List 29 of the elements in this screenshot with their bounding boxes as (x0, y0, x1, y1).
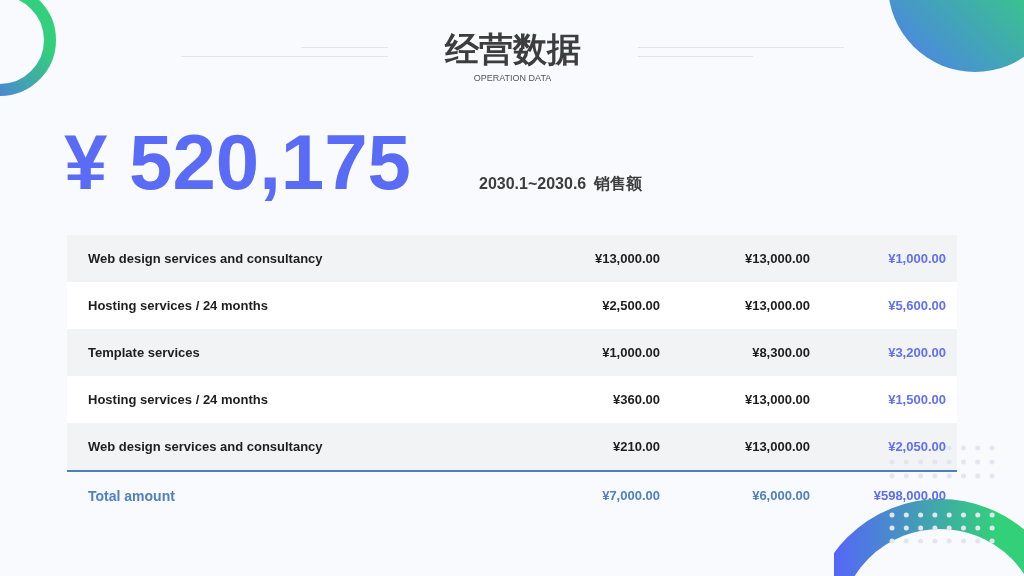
total-label: Total amount (88, 486, 176, 506)
table-cell-text: Template services (88, 343, 201, 362)
period-label: 2030.1~2030.6 (479, 174, 587, 194)
table-cell-text: ¥13,000.00 (743, 390, 810, 409)
table-cell-text: ¥3,200.00 (887, 343, 946, 362)
total-cell-text: ¥6,000.00 (751, 487, 810, 506)
sales-amount: ¥ 520,175 (64, 123, 411, 201)
table-cell-text: Hosting services / 24 months (88, 296, 269, 315)
table-cell-text: ¥2,500.00 (601, 296, 660, 315)
table-cell-text: ¥5,600.00 (887, 296, 946, 315)
table-cell-text: ¥1,500.00 (887, 390, 946, 409)
total-cell-text: ¥7,000.00 (601, 487, 660, 506)
table-cell-text: ¥360.00 (612, 390, 660, 409)
table-cell-text: ¥210.00 (612, 437, 660, 456)
sales-label: 销售额 (594, 174, 643, 194)
page-title: 经营数据 (444, 32, 581, 66)
table-cell-text: ¥2,050.00 (887, 437, 946, 456)
total-cell-text: ¥598,000.00 (872, 487, 946, 506)
table-cell-text: ¥1,000.00 (887, 249, 946, 268)
table-cell-text: Hosting services / 24 months (88, 390, 269, 409)
table-cell-text: ¥1,000.00 (601, 343, 660, 362)
table-cell-text: Web design services and consultancy (88, 437, 324, 456)
table-cell-text: ¥13,000.00 (743, 296, 810, 315)
table-cell-text: ¥13,000.00 (743, 249, 810, 268)
table-cell-text: Web design services and consultancy (88, 249, 324, 268)
page-subtitle: OPERATION DATA (473, 74, 552, 83)
table-cell-text: ¥13,000.00 (593, 249, 660, 268)
table-cell-text: ¥13,000.00 (743, 437, 810, 456)
table-cell-text: ¥8,300.00 (751, 343, 810, 362)
